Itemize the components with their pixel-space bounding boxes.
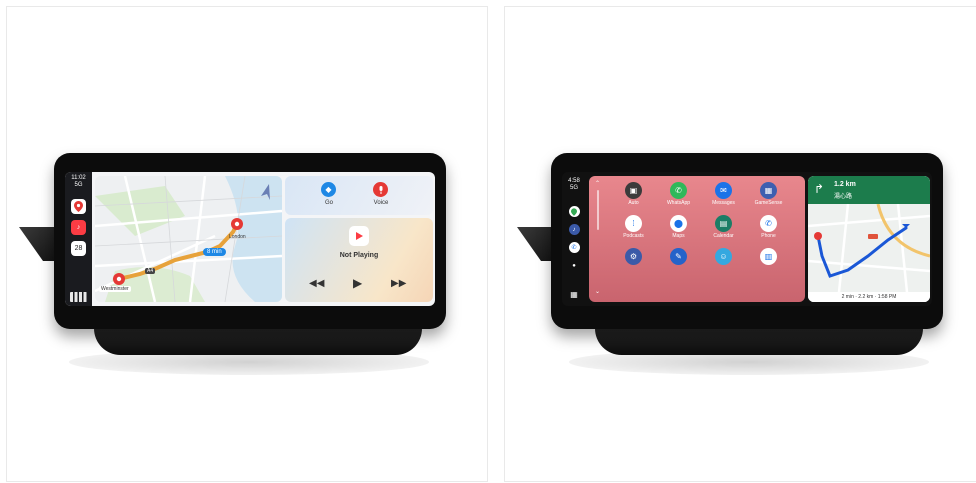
forward-button[interactable]: ▶▶ xyxy=(391,278,406,289)
android-auto-display: 4:58 5G ♪ ✆ ● ▦ ⌃ ⌄ ▣ Auto ✆ WhatsApp ✉ Messa… xyxy=(551,153,943,329)
app-tile[interactable]: ▣ Auto xyxy=(611,182,656,215)
carplay-display: 11:02 5G ♪ 28 8 min Westminster London A… xyxy=(54,153,446,329)
phone-icon[interactable]: ✆ xyxy=(568,242,580,253)
music-icon[interactable]: ♪ xyxy=(71,220,86,235)
map-graphic xyxy=(95,176,282,302)
road-badge: A4 xyxy=(145,268,156,274)
calendar-icon: ▤ xyxy=(715,215,732,232)
dashboard-mount xyxy=(595,325,923,355)
app-tile[interactable]: ▥ xyxy=(746,248,791,281)
turn-banner: ↱ 1.2 km 湯心路 xyxy=(808,176,930,204)
status-time: 4:58 5G xyxy=(568,178,580,191)
app-label: Messages xyxy=(712,200,735,206)
app-tile[interactable]: ☺ xyxy=(701,248,746,281)
music-app-icon xyxy=(349,226,369,246)
origin-label: Westminster xyxy=(99,286,131,292)
app-tile[interactable]: ✉ Messages xyxy=(701,182,746,215)
app-tile[interactable]: ⚙ xyxy=(611,248,656,281)
dashboard-mount xyxy=(94,325,422,355)
turn-distance: 1.2 km xyxy=(834,181,856,188)
pen-icon: ✎ xyxy=(670,248,687,265)
go-button[interactable]: ◆ xyxy=(321,182,336,197)
play-button[interactable]: ▶ xyxy=(353,276,362,290)
app-label: GameSense xyxy=(754,200,783,206)
game-icon: ▦ xyxy=(760,182,777,199)
app-label: Podcasts xyxy=(623,233,644,239)
settings-icon: ⚙ xyxy=(625,248,642,265)
app-label: Maps xyxy=(672,233,685,239)
turn-street: 湯心路 xyxy=(834,194,853,200)
messages-icon: ✉ xyxy=(715,182,732,199)
status-time: 11:02 5G xyxy=(71,175,86,188)
phone-icon: ✆ xyxy=(760,215,777,232)
android-auto-screen: 4:58 5G ♪ ✆ ● ▦ ⌃ ⌄ ▣ Auto ✆ WhatsApp ✉ Messa… xyxy=(562,172,932,306)
now-playing-label: Not Playing xyxy=(339,252,379,259)
waze-icon: ☺ xyxy=(715,248,732,265)
maps-icon[interactable] xyxy=(568,206,580,217)
microphone-icon[interactable]: ● xyxy=(569,260,580,271)
app-label: Phone xyxy=(761,233,776,239)
scroll-down-icon[interactable]: ⌄ xyxy=(595,288,600,295)
car-icon: ▣ xyxy=(625,182,642,199)
carplay-sidebar: 11:02 5G ♪ 28 xyxy=(65,172,92,306)
now-playing-widget[interactable]: Not Playing ◀◀ ▶ ▶▶ xyxy=(285,218,433,302)
music-icon[interactable]: ♪ xyxy=(568,224,580,235)
rewind-button[interactable]: ◀◀ xyxy=(309,278,324,289)
app-label: Auto xyxy=(628,200,639,206)
app-tile[interactable]: ✎ xyxy=(656,248,701,281)
app-tile[interactable]: ▤ Calendar xyxy=(701,215,746,248)
app-launcher: ⌃ ⌄ ▣ Auto ✆ WhatsApp ✉ Messages ▦ GameSense ⁞ Po… xyxy=(589,176,805,302)
launcher-icon[interactable]: ▦ xyxy=(569,289,580,300)
map-view[interactable]: 8 min Westminster London A4 xyxy=(95,176,282,302)
app-tile[interactable]: ✆ WhatsApp xyxy=(656,182,701,215)
voice-label: Voice xyxy=(373,200,389,206)
turn-right-icon: ↱ xyxy=(814,182,825,196)
go-voice-widget: ◆ Go Voice xyxy=(285,176,433,215)
app-tile[interactable]: ▦ GameSense xyxy=(746,182,791,215)
app-label: Calendar xyxy=(713,233,734,239)
eta-badge: 8 min xyxy=(203,248,226,256)
android-auto-sidebar: 4:58 5G ♪ ✆ ● ▦ xyxy=(562,172,586,306)
app-tile[interactable]: ⁞ Podcasts xyxy=(611,215,656,248)
scrollbar[interactable] xyxy=(597,190,599,230)
product-card-android-auto[interactable]: 4:58 5G ♪ ✆ ● ▦ ⌃ ⌄ ▣ Auto ✆ WhatsApp ✉ Messa… xyxy=(504,6,976,482)
voice-button[interactable] xyxy=(373,182,388,197)
destination-label: London xyxy=(229,234,246,240)
app-grid-icon[interactable] xyxy=(70,292,87,302)
store-icon: ▥ xyxy=(760,248,777,265)
whatsapp-icon: ✆ xyxy=(670,182,687,199)
app-grid: ▣ Auto ✆ WhatsApp ✉ Messages ▦ GameSense ⁞ Podcas… xyxy=(611,182,791,281)
go-label: Go xyxy=(324,200,333,206)
microphone-icon xyxy=(379,185,382,194)
scroll-up-icon[interactable]: ⌃ xyxy=(595,180,600,187)
podcasts-icon: ⁞ xyxy=(625,215,642,232)
maps-icon: ⬤ xyxy=(670,215,687,232)
navigation-panel[interactable]: ↱ 1.2 km 湯心路 2 min · 2.2 km · 1:58 PM xyxy=(808,176,930,302)
calendar-icon[interactable]: 28 xyxy=(71,241,86,256)
product-card-carplay[interactable]: 11:02 5G ♪ 28 8 min Westminster London A… xyxy=(6,6,488,482)
mount-wing xyxy=(19,227,59,261)
carplay-screen: 11:02 5G ♪ 28 8 min Westminster London A… xyxy=(65,172,435,306)
app-label: WhatsApp xyxy=(666,200,691,206)
app-tile[interactable]: ✆ Phone xyxy=(746,215,791,248)
trip-summary: 2 min · 2.2 km · 1:58 PM xyxy=(808,292,930,302)
maps-icon[interactable] xyxy=(71,199,86,214)
app-tile[interactable]: ⬤ Maps xyxy=(656,215,701,248)
